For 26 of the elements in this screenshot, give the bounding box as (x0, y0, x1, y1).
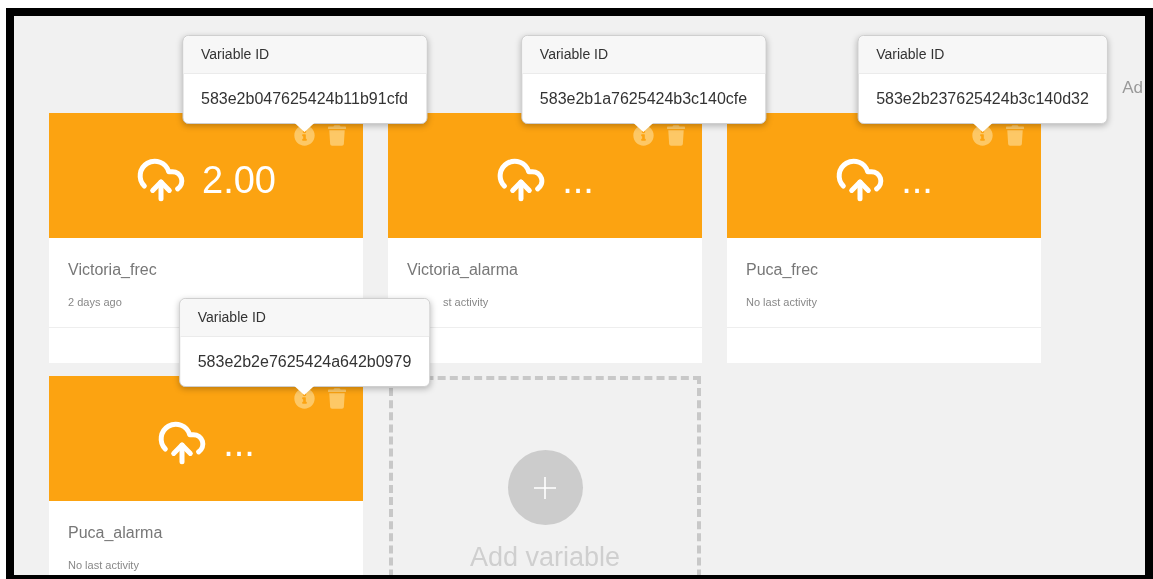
tooltip-title: Variable ID (197, 308, 266, 327)
last-activity: No last activity (68, 558, 140, 573)
tooltip-title: Variable ID (876, 45, 945, 64)
variable-value: 2.00 (202, 160, 276, 199)
variable-id: 583e2b2e7625424a642b0979 (197, 351, 412, 372)
variable-value: ... (901, 160, 933, 199)
variable-value: ... (562, 160, 594, 199)
last-activity: st activity (443, 295, 490, 310)
variable-id: 583e2b047625424b11b91cfd (201, 88, 408, 109)
last-activity: 2 days ago (68, 295, 123, 310)
tooltip-title: Variable ID (201, 45, 270, 64)
variable-name: Victoria_alarma (407, 260, 519, 280)
trash-icon[interactable] (1006, 125, 1024, 146)
last-activity: No last activity (746, 295, 818, 310)
trash-icon[interactable] (328, 388, 346, 409)
trash-icon[interactable] (328, 125, 346, 146)
variable-name: Victoria_frec (68, 260, 158, 280)
variable-value: ... (223, 423, 255, 462)
tooltip-title: Variable ID (539, 45, 609, 64)
variable-id: 583e2b1a7625424b3c140cfe (539, 88, 748, 109)
add-link[interactable]: Ad (1122, 75, 1143, 101)
trash-icon[interactable] (667, 125, 685, 146)
plus-icon (533, 475, 557, 500)
variable-name: Puca_frec (746, 260, 820, 280)
variable-name: Puca_alarma (68, 523, 164, 543)
variable-id: 583e2b237625424b3c140d32 (876, 88, 1089, 109)
